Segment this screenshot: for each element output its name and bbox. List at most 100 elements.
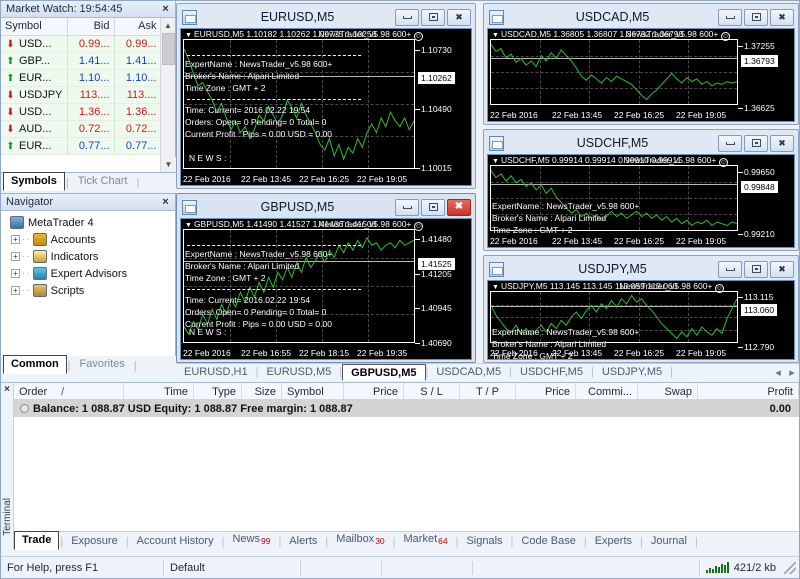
close-button[interactable]: ✖ bbox=[447, 198, 471, 216]
navigator-close-icon[interactable]: × bbox=[159, 196, 172, 209]
terminal-tab-account-history[interactable]: Account History bbox=[130, 533, 221, 550]
restore-button[interactable] bbox=[744, 8, 768, 26]
minimize-button[interactable] bbox=[395, 198, 419, 216]
market-watch-row[interactable]: ⬆ EUR... 1.10... 1.10... bbox=[1, 69, 162, 87]
chart-tab-usdcad-m5[interactable]: USDCAD,M5 bbox=[428, 364, 509, 380]
navigator-item-accounts[interactable]: + ·· Accounts bbox=[5, 231, 175, 248]
terminal-column-profit[interactable]: Profit bbox=[698, 383, 799, 399]
terminal-column-t-p[interactable]: T / P bbox=[460, 383, 516, 399]
terminal-tab-mailbox[interactable]: Mailbox30 bbox=[329, 531, 391, 550]
chart-titlebar[interactable]: USDCHF,M5 ✖ bbox=[486, 132, 796, 154]
market-watch-row[interactable]: ⬇ AUD... 0.72... 0.72... bbox=[1, 120, 162, 138]
terminal-tab-market[interactable]: Market64 bbox=[397, 531, 455, 550]
terminal-column-swap[interactable]: Swap bbox=[638, 383, 698, 399]
status-connection[interactable]: 421/2 kb bbox=[700, 557, 782, 578]
chart-tab-eurusd-m5[interactable]: EURUSD,M5 bbox=[258, 364, 339, 380]
chart-collapse-icon[interactable]: ▼ bbox=[185, 222, 192, 229]
terminal-column-time[interactable]: Time bbox=[124, 383, 194, 399]
chart-collapse-icon[interactable]: ▼ bbox=[492, 158, 499, 165]
expand-plus-icon[interactable]: + bbox=[11, 252, 20, 261]
terminal-tab-journal[interactable]: Journal bbox=[644, 533, 694, 550]
navigator-item-indicators[interactable]: + ·· Indicators bbox=[5, 248, 175, 265]
market-watch-row[interactable]: ⬇ USDJPY 113.... 113.... bbox=[1, 86, 162, 104]
column-header-symbol[interactable]: Symbol bbox=[1, 18, 68, 36]
chart-canvas[interactable]: ▼ USDJPY,M5 113.145 113.145 113.059 113.0… bbox=[487, 280, 795, 360]
restore-button[interactable] bbox=[744, 134, 768, 152]
terminal-tab-experts[interactable]: Experts bbox=[588, 533, 639, 550]
chart-canvas[interactable]: ▼ EURUSD,M5 1.10182 1.10262 1.09775 1.102… bbox=[180, 28, 472, 186]
chart-window-usdcad-m5[interactable]: USDCAD,M5 ✖ ▼ USDCAD,M5 1.36805 1.36807 1.3… bbox=[483, 3, 799, 125]
terminal-tab-code-base[interactable]: Code Base bbox=[514, 533, 582, 550]
chart-tab-eurusd-h1[interactable]: EURUSD,H1 bbox=[176, 364, 256, 380]
terminal-tab-trade[interactable]: Trade bbox=[14, 531, 60, 550]
close-button[interactable]: ✖ bbox=[447, 8, 471, 26]
restore-button[interactable] bbox=[421, 8, 445, 26]
restore-button[interactable] bbox=[744, 260, 768, 278]
minimize-button[interactable] bbox=[395, 8, 419, 26]
terminal-column-commi-[interactable]: Commi... bbox=[576, 383, 638, 399]
terminal-column-type[interactable]: Type bbox=[194, 383, 242, 399]
chart-canvas[interactable]: ▼ GBPUSD,M5 1.41490 1.41527 1.41486 1.415… bbox=[180, 218, 472, 360]
scroll-up-icon[interactable]: ▲ bbox=[161, 18, 175, 33]
navigator-item-metatrader-4[interactable]: MetaTrader 4 bbox=[5, 214, 175, 231]
terminal-tab-signals[interactable]: Signals bbox=[459, 533, 509, 550]
expand-plus-icon[interactable]: + bbox=[11, 286, 20, 295]
tab-scroll-left-icon[interactable]: ◂ bbox=[771, 366, 785, 379]
terminal-column-symbol[interactable]: Symbol bbox=[282, 383, 344, 399]
close-button[interactable]: ✖ bbox=[770, 260, 794, 278]
restore-button[interactable] bbox=[421, 198, 445, 216]
tab-common[interactable]: Common bbox=[3, 355, 67, 374]
terminal-column-size[interactable]: Size bbox=[242, 383, 282, 399]
tab-favorites[interactable]: Favorites bbox=[72, 355, 133, 374]
minimize-button[interactable] bbox=[718, 260, 742, 278]
market-watch-scrollbar[interactable]: ▲ ▼ bbox=[160, 18, 176, 172]
expand-plus-icon[interactable]: + bbox=[11, 235, 20, 244]
navigator-item-expert-advisors[interactable]: + ·· Expert Advisors bbox=[5, 265, 175, 282]
chart-window-eurusd-m5[interactable]: EURUSD,M5 ✖ ▼ EURUSD,M5 1.10182 1.10262 1.0… bbox=[176, 3, 476, 189]
terminal-column-order[interactable]: Order / bbox=[14, 383, 124, 399]
terminal-tab-news[interactable]: News99 bbox=[225, 531, 277, 550]
chart-tab-gbpusd-m5[interactable]: GBPUSD,M5 bbox=[342, 363, 426, 381]
terminal-column-price[interactable]: Price bbox=[344, 383, 404, 399]
chart-window-usdchf-m5[interactable]: USDCHF,M5 ✖ ▼ USDCHF,M5 0.99914 0.99914 0.9… bbox=[483, 129, 799, 251]
chart-tab-usdjpy-m5[interactable]: USDJPY,M5 bbox=[594, 364, 670, 380]
expand-plus-icon[interactable]: + bbox=[11, 269, 20, 278]
close-button[interactable]: ✖ bbox=[770, 8, 794, 26]
terminal-close-icon[interactable]: × bbox=[1, 384, 13, 395]
chart-collapse-icon[interactable]: ▼ bbox=[492, 284, 499, 291]
chart-window-usdjpy-m5[interactable]: USDJPY,M5 ✖ ▼ USDJPY,M5 113.145 113.145 113… bbox=[483, 255, 799, 363]
chart-titlebar[interactable]: USDCAD,M5 ✖ bbox=[486, 6, 796, 28]
market-watch-close-icon[interactable]: × bbox=[159, 3, 172, 16]
terminal-column-s-l[interactable]: S / L bbox=[404, 383, 460, 399]
market-watch-row[interactable]: ⬇ USD... 0.99... 0.99... bbox=[1, 35, 162, 53]
chart-titlebar[interactable]: GBPUSD,M5 ✖ bbox=[179, 196, 473, 218]
column-header-bid[interactable]: Bid bbox=[67, 18, 115, 36]
chart-canvas[interactable]: ▼ USDCAD,M5 1.36805 1.36807 1.36792 1.367… bbox=[487, 28, 795, 122]
minimize-button[interactable] bbox=[718, 134, 742, 152]
window-resize-handle[interactable] bbox=[784, 561, 796, 574]
market-watch-row[interactable]: ⬇ USD... 1.36... 1.36... bbox=[1, 103, 162, 121]
status-profile[interactable]: Default bbox=[164, 557, 300, 578]
tab-scroll-right-icon[interactable]: ▸ bbox=[785, 366, 799, 379]
chart-titlebar[interactable]: EURUSD,M5 ✖ bbox=[179, 6, 473, 28]
market-watch-row[interactable]: ⬆ EUR... 0.77... 0.77... bbox=[1, 137, 162, 155]
scroll-down-icon[interactable]: ▼ bbox=[161, 157, 176, 172]
chart-tab-usdchf-m5[interactable]: USDCHF,M5 bbox=[512, 364, 591, 380]
chart-titlebar[interactable]: USDJPY,M5 ✖ bbox=[486, 258, 796, 280]
tab-tick-chart[interactable]: Tick Chart bbox=[70, 172, 136, 191]
terminal-column-price[interactable]: Price bbox=[516, 383, 576, 399]
chart-window-gbpusd-m5[interactable]: GBPUSD,M5 ✖ ▼ GBPUSD,M5 1.41490 1.41527 1.4… bbox=[176, 193, 476, 363]
chart-collapse-icon[interactable]: ▼ bbox=[492, 32, 499, 39]
navigator-item-scripts[interactable]: + ·· Scripts bbox=[5, 282, 175, 299]
chart-canvas[interactable]: ▼ USDCHF,M5 0.99914 0.99914 0.99910 0.999… bbox=[487, 154, 795, 248]
scrollbar-thumb[interactable] bbox=[162, 33, 175, 65]
tab-symbols[interactable]: Symbols bbox=[3, 172, 65, 191]
terminal-tab-exposure[interactable]: Exposure bbox=[64, 533, 124, 550]
chart-collapse-icon[interactable]: ▼ bbox=[185, 32, 192, 39]
terminal-balance-row[interactable]: Balance: 1 088.87 USD Equity: 1 088.87 F… bbox=[14, 400, 799, 417]
close-button[interactable]: ✖ bbox=[770, 134, 794, 152]
terminal-tab-alerts[interactable]: Alerts bbox=[282, 533, 324, 550]
market-watch-row[interactable]: ⬆ GBP... 1.41... 1.41... bbox=[1, 52, 162, 70]
minimize-button[interactable] bbox=[718, 8, 742, 26]
column-header-ask[interactable]: Ask bbox=[114, 18, 162, 36]
